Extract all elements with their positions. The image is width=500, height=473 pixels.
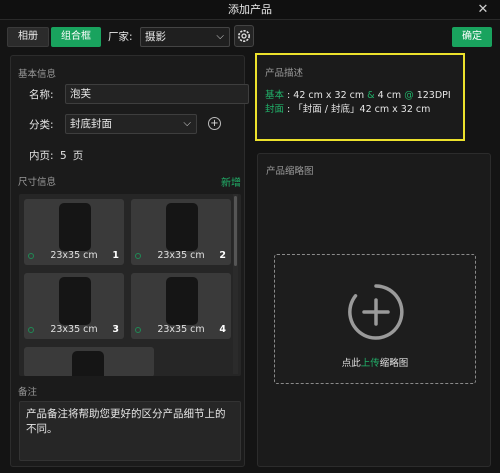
- album-button[interactable]: 相册: [7, 27, 49, 47]
- size-card[interactable]: 23x35 cm 4: [131, 273, 231, 339]
- thumbnail-upload-zone[interactable]: 点此上传缩略图: [274, 254, 476, 384]
- description-basic-line: 基本 : 42 cm x 32 cm & 4 cm @ 123DPI: [265, 87, 451, 101]
- size-card[interactable]: 23x35 cm 2: [131, 199, 231, 265]
- size-thumbnail: [166, 203, 198, 251]
- chevron-down-icon: ⌵: [216, 31, 224, 42]
- size-card-grid: 23x35 cm 1 23x35 cm 2 23x35 cm 3 23x35 c…: [19, 194, 241, 376]
- combo-box-button[interactable]: 组合框: [51, 27, 101, 47]
- upload-link[interactable]: 上传: [361, 358, 380, 369]
- category-select[interactable]: 封底封面 ⌵: [65, 114, 197, 134]
- size-grid-scroll-thumb[interactable]: [234, 196, 237, 266]
- remarks-textarea[interactable]: 产品备注将帮助您更好的区分产品细节上的不同。: [19, 401, 241, 461]
- product-thumbnail-panel: 产品缩略图 点此上传缩略图: [257, 153, 491, 467]
- vendor-select-value: 摄影: [145, 31, 166, 43]
- basic-size: 42 cm x 32 cm: [293, 90, 365, 101]
- at-sign: @: [404, 90, 414, 101]
- size-thumbnail: [166, 277, 198, 325]
- basic-sep: :: [287, 90, 291, 101]
- cover-value: 「封面 / 封底」42 cm x 32 cm: [293, 104, 431, 115]
- size-card-partial[interactable]: [24, 347, 154, 376]
- amp-sign: &: [367, 90, 375, 101]
- pages-value: 5页: [60, 148, 83, 163]
- size-dims: 23x35 cm: [50, 250, 98, 261]
- description-title: 产品描述: [265, 68, 304, 79]
- gear-icon: [238, 30, 250, 42]
- category-select-value: 封底封面: [70, 118, 112, 130]
- description-cover-line: 封面 : 「封面 / 封底」42 cm x 32 cm: [265, 101, 430, 115]
- name-input[interactable]: 泡芙: [65, 84, 249, 104]
- size-card[interactable]: 23x35 cm 1: [24, 199, 124, 265]
- basic-label: 基本: [265, 90, 285, 101]
- product-description-panel: 产品描述 基本 : 42 cm x 32 cm & 4 cm @ 123DPI …: [255, 53, 465, 141]
- confirm-button[interactable]: 确定: [452, 27, 492, 47]
- product-info-panel: 基本信息 名称: 泡芙 分类: 封底封面 ⌵ + 内页: 5页 尺寸信息 新增 …: [10, 55, 249, 467]
- dpi-value: 123DPI: [416, 90, 451, 101]
- add-size-button[interactable]: 新增: [221, 174, 241, 189]
- size-index: 3: [112, 324, 119, 335]
- cover-label: 封面: [265, 104, 285, 115]
- size-index: 1: [112, 250, 119, 261]
- vendor-label: 厂家:: [108, 31, 133, 43]
- size-thumbnail: [72, 351, 104, 376]
- chevron-down-icon: ⌵: [183, 118, 191, 129]
- size-dims: 23x35 cm: [157, 250, 205, 261]
- thumbnail-title: 产品缩略图: [266, 166, 314, 177]
- name-label: 名称:: [29, 89, 54, 101]
- upload-prefix: 点此: [341, 358, 361, 369]
- size-index: 4: [219, 324, 226, 335]
- pages-label: 内页:: [29, 150, 54, 162]
- size-dims: 23x35 cm: [50, 324, 98, 335]
- upload-hint: 点此上传缩略图: [275, 355, 475, 369]
- vendor-settings-button[interactable]: [234, 25, 254, 47]
- add-category-icon[interactable]: +: [208, 117, 221, 130]
- basic-info-title: 基本信息: [18, 69, 57, 80]
- remarks-title: 备注: [18, 387, 38, 398]
- size-info-title: 尺寸信息: [18, 177, 57, 188]
- size-thumbnail: [59, 203, 91, 251]
- vendor-select[interactable]: 摄影 ⌵: [140, 27, 230, 47]
- pages-unit: 页: [72, 150, 84, 162]
- close-icon[interactable]: ✕: [476, 0, 490, 20]
- toolbar: 相册 组合框 厂家: 摄影 ⌵: [0, 22, 500, 52]
- window-title: 添加产品: [228, 3, 272, 16]
- category-label: 分类:: [29, 119, 54, 131]
- size-card[interactable]: 23x35 cm 3: [24, 273, 124, 339]
- upload-suffix: 缩略图: [379, 358, 409, 369]
- upload-plus-icon: [348, 284, 404, 340]
- cover-sep: :: [287, 104, 291, 115]
- window-title-bar: 添加产品 ✕: [0, 0, 500, 20]
- size-thumbnail: [59, 277, 91, 325]
- pages-count: 5: [60, 150, 67, 162]
- basic-depth: 4 cm: [377, 90, 402, 101]
- size-dims: 23x35 cm: [157, 324, 205, 335]
- size-index: 2: [219, 250, 226, 261]
